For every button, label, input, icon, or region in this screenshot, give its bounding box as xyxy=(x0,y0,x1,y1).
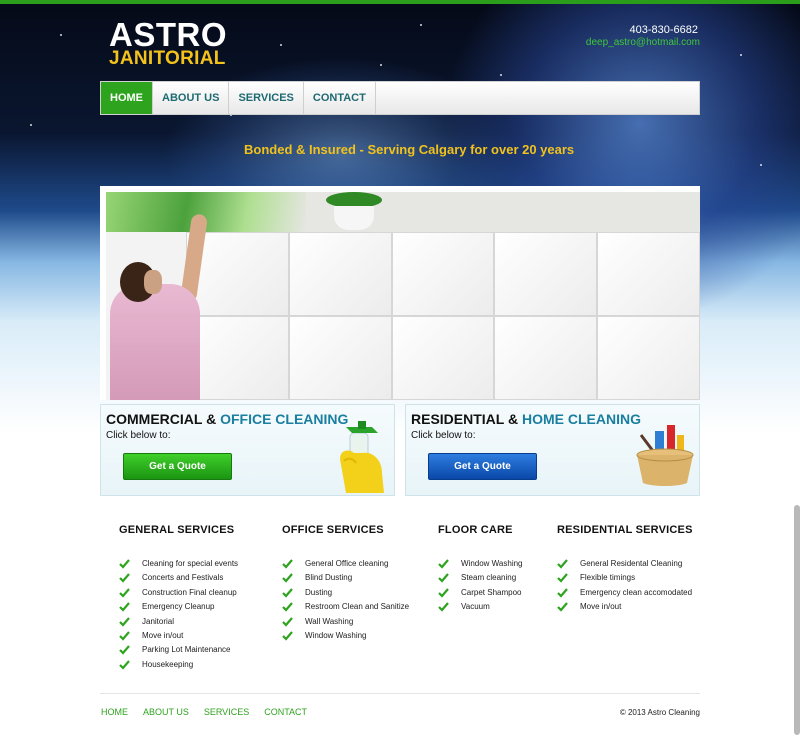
residential-cleaning-card: RESIDENTIAL & HOME CLEANING Click below … xyxy=(405,404,700,496)
residential-services-column: RESIDENTIAL SERVICES General Residental … xyxy=(557,524,693,612)
check-icon xyxy=(119,660,130,670)
footer-link-home[interactable]: HOME xyxy=(101,707,128,717)
list-item: Flexible timings xyxy=(557,571,757,585)
residential-get-quote-button[interactable]: Get a Quote xyxy=(428,453,537,480)
card-title: RESIDENTIAL & HOME CLEANING xyxy=(411,411,641,427)
card-subtitle: Click below to: xyxy=(106,430,171,441)
nav-services[interactable]: SERVICES xyxy=(229,82,304,114)
list-item: General Residental Cleaning xyxy=(557,557,757,571)
phone-number: 403-830-6682 xyxy=(629,24,698,36)
check-icon xyxy=(119,573,130,584)
column-heading: FLOOR CARE xyxy=(438,524,513,536)
footer-link-about-us[interactable]: ABOUT US xyxy=(143,707,189,717)
check-icon xyxy=(119,616,130,627)
footer-link-contact[interactable]: CONTACT xyxy=(264,707,307,717)
card-title: COMMERCIAL & OFFICE CLEANING xyxy=(106,411,349,427)
check-icon xyxy=(557,559,568,569)
copyright-text: © 2013 Astro Cleaning xyxy=(619,708,700,717)
check-icon xyxy=(119,631,130,641)
scrollbar-thumb[interactable] xyxy=(794,505,800,735)
service-list: General Residental Cleaning Flexible tim… xyxy=(557,557,757,615)
footer-divider xyxy=(100,693,700,694)
main-nav: HOME ABOUT US SERVICES CONTACT xyxy=(100,81,700,115)
list-item: Move in/out xyxy=(557,600,757,614)
card-subtitle: Click below to: xyxy=(411,430,476,441)
check-icon xyxy=(119,645,130,655)
cleaning-bucket-icon xyxy=(636,425,694,486)
commercial-cleaning-card: COMMERCIAL & OFFICE CLEANING Click below… xyxy=(100,404,395,496)
email-link[interactable]: deep_astro@hotmail.com xyxy=(586,37,700,48)
commercial-get-quote-button[interactable]: Get a Quote xyxy=(123,453,232,480)
column-heading: RESIDENTIAL SERVICES xyxy=(557,524,693,536)
nav-home[interactable]: HOME xyxy=(101,82,153,114)
list-item: Parking Lot Maintenance xyxy=(119,643,319,657)
list-item: Wall Washing xyxy=(282,615,482,629)
check-icon xyxy=(438,559,449,569)
check-icon xyxy=(557,588,568,598)
footer-link-services[interactable]: SERVICES xyxy=(204,707,249,717)
tagline: Bonded & Insured - Serving Calgary for o… xyxy=(244,142,575,157)
logo-line-2: JANITORIAL xyxy=(109,48,226,69)
list-item: Housekeeping xyxy=(119,658,319,672)
check-icon xyxy=(119,559,130,569)
column-heading: GENERAL SERVICES xyxy=(119,524,235,536)
general-services-column: GENERAL SERVICES Cleaning for special ev… xyxy=(119,524,238,670)
check-icon xyxy=(282,559,293,569)
column-heading: OFFICE SERVICES xyxy=(282,524,384,536)
spray-glove-icon xyxy=(340,421,384,493)
check-icon xyxy=(282,616,293,627)
floor-care-column: FLOOR CARE Window Washing Steam cleaning… xyxy=(438,524,523,612)
check-icon xyxy=(282,573,293,584)
list-item: Emergency clean accomodated xyxy=(557,586,757,600)
check-icon xyxy=(282,602,293,612)
cleaner-figure xyxy=(110,284,200,400)
check-icon xyxy=(119,602,130,612)
check-icon xyxy=(438,573,449,584)
check-icon xyxy=(438,602,449,612)
office-services-column: OFFICE SERVICES General Office cleaning … xyxy=(282,524,409,641)
check-icon xyxy=(557,602,568,612)
list-item: Window Washing xyxy=(282,629,482,643)
check-icon xyxy=(557,573,568,584)
nav-about-us[interactable]: ABOUT US xyxy=(153,82,230,114)
check-icon xyxy=(282,631,293,641)
hero-image xyxy=(100,186,700,400)
footer-nav: HOME ABOUT US SERVICES CONTACT xyxy=(101,707,322,717)
check-icon xyxy=(119,588,130,598)
nav-contact[interactable]: CONTACT xyxy=(304,82,376,114)
check-icon xyxy=(438,588,449,598)
check-icon xyxy=(282,588,293,598)
